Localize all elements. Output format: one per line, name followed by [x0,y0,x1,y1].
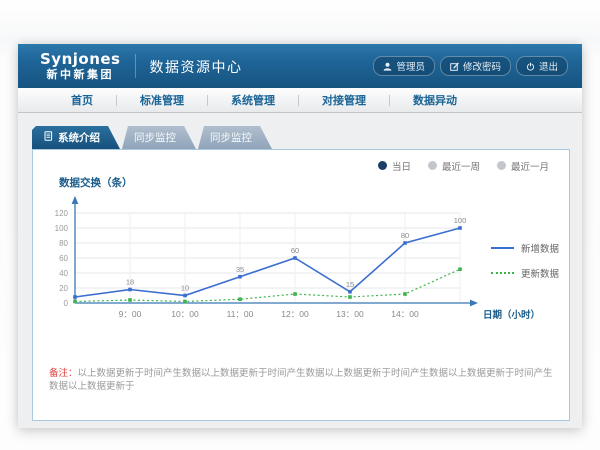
content-area: 系统介绍 同步监控 同步监控 当日 最近一周 [18,113,582,427]
svg-text:20: 20 [59,284,68,293]
nav-item-data-change[interactable]: 数据异动 [390,92,480,108]
tab-label: 同步监控 [134,130,176,145]
power-icon [526,62,535,71]
tab-label: 同步监控 [210,130,252,145]
legend-updated-data: 更新数据 [491,266,559,280]
filter-today[interactable]: 当日 [378,159,411,173]
logout-label: 退出 [539,59,558,73]
tab-label: 系统介绍 [58,130,100,145]
svg-text:10：00: 10：00 [171,309,199,319]
tab-system-intro[interactable]: 系统介绍 [32,126,120,149]
admin-user-label: 管理员 [396,59,425,73]
change-password-label: 修改密码 [463,59,501,73]
radio-icon [497,161,506,170]
admin-user-button[interactable]: 管理员 [373,56,435,76]
nav-item-system-mgmt[interactable]: 系统管理 [208,92,298,108]
svg-text:18: 18 [126,278,134,287]
svg-text:10: 10 [181,284,189,293]
legend-new-data-label: 新增数据 [521,241,559,255]
filter-last-week-label: 最近一周 [442,159,480,173]
radio-icon [428,161,437,170]
legend-updated-data-label: 更新数据 [521,266,559,280]
change-password-button[interactable]: 修改密码 [440,56,511,76]
series-legend: 新增数据 更新数据 [491,241,559,280]
svg-text:35: 35 [236,265,244,274]
svg-text:15: 15 [346,280,354,289]
page-title: 数据资源中心 [150,57,243,77]
svg-text:100: 100 [454,216,467,225]
green-dotted-line-icon [491,272,514,274]
filter-today-label: 当日 [392,159,411,173]
line-chart: 0 20 40 60 80 100 120 9：00 10：00 11：00 12：00 13：00 1… [47,191,569,331]
tab-bar: 系统介绍 同步监控 同步监控 [32,126,582,149]
svg-text:日期（小时）: 日期（小时） [483,309,540,321]
chart-y-axis-title: 数据交换（条） [59,175,569,190]
blue-line-icon [491,247,514,249]
nav-item-interface-mgmt[interactable]: 对接管理 [299,92,389,108]
svg-text:12：00: 12：00 [281,309,309,319]
svg-text:11：00: 11：00 [227,309,254,319]
logo-text-en: Synjones [40,52,121,67]
tab-sync-monitor-1[interactable]: 同步监控 [122,126,196,149]
svg-text:120: 120 [55,209,69,218]
line-chart-svg: 0 20 40 60 80 100 120 9：00 10：00 11：00 12：00 13：00 1… [47,191,553,331]
screenshot-stage: Synjones 新中新集团 数据资源中心 管理员 修改密码 [0,0,600,450]
chart-panel: 当日 最近一周 最近一月 数据交换（条） 0 20 40 60 80 100 120 9：00… [32,149,570,421]
logout-button[interactable]: 退出 [516,56,568,76]
tab-sync-monitor-2[interactable]: 同步监控 [198,126,272,149]
filter-last-month-label: 最近一月 [511,159,549,173]
filter-last-month[interactable]: 最近一月 [497,159,549,173]
user-icon [383,62,392,71]
app-header: Synjones 新中新集团 数据资源中心 管理员 修改密码 [18,44,582,88]
svg-text:9：00: 9：00 [119,309,142,319]
user-actions: 管理员 修改密码 退出 [373,56,568,76]
svg-text:14：00: 14：00 [391,309,419,319]
filter-last-week[interactable]: 最近一周 [428,159,480,173]
company-logo: Synjones 新中新集团 [40,52,121,81]
footnote-text: 以上数据更新于时间产生数据以上数据更新于时间产生数据以上数据更新于时间产生数据以… [49,368,553,392]
radio-icon [378,161,387,170]
svg-text:13：00: 13：00 [336,309,364,319]
svg-text:100: 100 [55,224,69,233]
document-icon [44,131,53,144]
logo-text-cn: 新中新集团 [47,70,115,81]
time-range-filters: 当日 最近一周 最近一月 [33,150,569,172]
legend-new-data: 新增数据 [491,241,559,255]
header-divider [135,54,136,78]
svg-text:60: 60 [59,254,68,263]
footnote-prefix: 备注： [49,368,78,379]
svg-text:80: 80 [401,231,409,240]
svg-text:0: 0 [64,299,69,308]
svg-text:40: 40 [59,269,68,278]
footnote: 备注：以上数据更新于时间产生数据以上数据更新于时间产生数据以上数据更新于时间产生… [49,368,555,394]
edit-icon [450,62,459,71]
svg-text:80: 80 [59,239,68,248]
main-nav: 首页 标准管理 系统管理 对接管理 数据异动 [18,88,582,113]
browser-page: Synjones 新中新集团 数据资源中心 管理员 修改密码 [18,44,582,428]
nav-item-standard-mgmt[interactable]: 标准管理 [117,92,207,108]
nav-item-home[interactable]: 首页 [48,92,116,108]
svg-text:60: 60 [291,246,299,255]
